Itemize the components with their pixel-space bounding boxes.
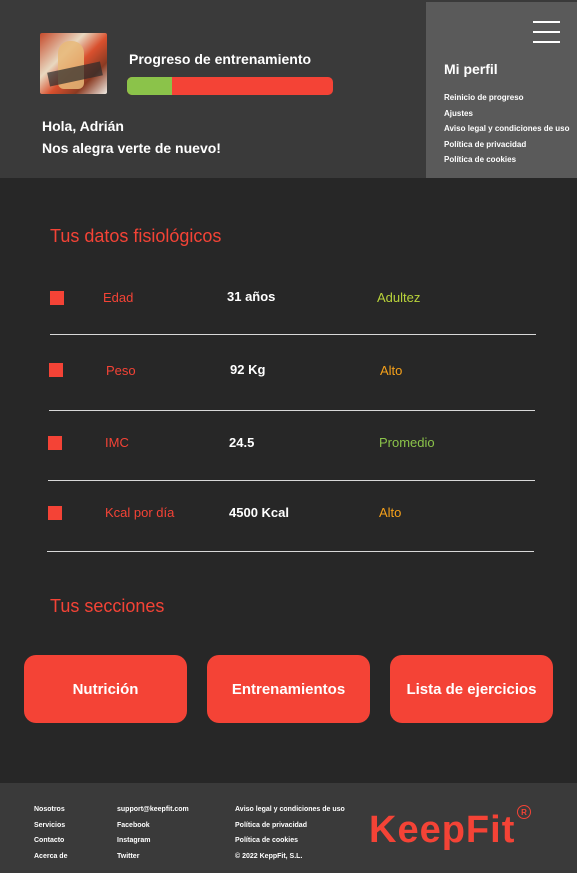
physio-status-kcal: Alto [379,505,402,520]
greeting-name: Hola, Adrián [42,118,124,134]
physio-label-age: Edad [103,290,134,305]
bullet-square [48,436,62,450]
footer-col-company: Nosotros Servicios Contacto Acerca de [34,802,67,864]
profile-link-legal[interactable]: Aviso legal y condiciones de uso [444,121,570,137]
profile-title: Mi perfil [444,61,498,77]
footer-link-instagram[interactable]: Instagram [117,833,189,849]
footer-link-cookies[interactable]: Política de cookies [235,833,345,849]
divider [49,410,535,411]
progress-bar-fill [127,77,173,95]
physio-status-bmi: Promedio [379,435,435,450]
profile-link-settings[interactable]: Ajustes [444,106,570,122]
footer-link-twitter[interactable]: Twitter [117,849,189,865]
physio-value-kcal: 4500 Kcal [229,505,289,520]
profile-link-cookies[interactable]: Política de cookies [444,152,570,168]
physio-value-age: 31 años [227,289,276,304]
footer-link-about[interactable]: Acerca de [34,849,67,865]
avatar[interactable] [40,33,107,94]
footer-copyright: © 2022 KeppFit, S.L. [235,852,303,860]
progress-label: Progreso de entrenamiento [129,51,312,67]
divider [50,334,536,335]
physio-status-weight: Alto [380,363,403,378]
progress-bar [127,77,333,95]
greeting: Hola, Adrián Nos alegra verte de nuevo! [42,115,221,159]
bullet-square [48,506,62,520]
profile-link-privacy[interactable]: Política de privacidad [444,137,570,153]
footer-link-facebook[interactable]: Facebook [117,818,189,834]
physio-value-weight: 92 Kg [230,362,266,377]
profile-links: Reinicio de progreso Ajustes Aviso legal… [444,90,570,168]
footer-link-email[interactable]: support@keepfit.com [117,802,189,818]
footer-link-legal[interactable]: Aviso legal y condiciones de uso [235,802,345,818]
greeting-message: Nos alegra verte de nuevo! [42,140,221,156]
divider [47,551,534,552]
physio-status-age: Adultez [377,290,421,305]
physio-title: Tus datos fisiológicos [50,226,222,246]
divider [48,480,535,481]
physio-label-kcal: Kcal por día [105,505,175,520]
sections-title: Tus secciones [50,596,165,616]
registered-mark-icon: R [517,805,531,819]
profile-link-reset-progress[interactable]: Reinicio de progreso [444,90,570,106]
brand-logo: KeepFit [369,809,516,851]
footer-link-contact[interactable]: Contacto [34,833,67,849]
physio-label-weight: Peso [106,363,136,378]
hamburger-menu-icon[interactable] [533,21,560,43]
physio-value-bmi: 24.5 [229,435,255,450]
exercise-list-button[interactable]: Lista de ejercicios [390,655,553,723]
footer-link-services[interactable]: Servicios [34,818,67,834]
physio-label-bmi: IMC [105,435,129,450]
nutrition-button[interactable]: Nutrición [24,655,187,723]
footer-col-social: support@keepfit.com Facebook Instagram T… [117,802,189,864]
footer-link-about-us[interactable]: Nosotros [34,802,67,818]
bullet-square [50,291,64,305]
bullet-square [49,363,63,377]
footer-link-privacy[interactable]: Política de privacidad [235,818,345,834]
trainings-button[interactable]: Entrenamientos [207,655,370,723]
footer-col-legal: Aviso legal y condiciones de uso Polític… [235,802,345,864]
